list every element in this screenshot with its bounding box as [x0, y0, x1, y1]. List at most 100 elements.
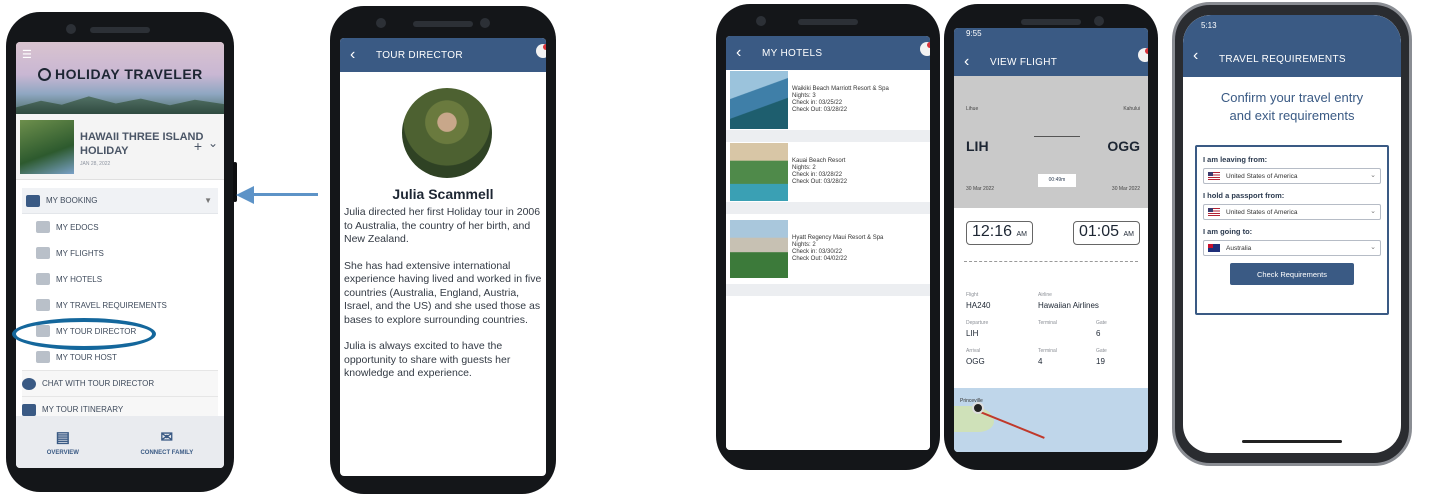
menu-my-edocs[interactable]: MY EDOCS	[22, 214, 218, 240]
going-label: I am going to:	[1203, 227, 1253, 236]
departure-airport: LIH	[966, 329, 979, 338]
page-title: TOUR DIRECTOR	[376, 49, 463, 61]
time-value: 12:16	[972, 223, 1013, 240]
passport-select[interactable]: United States of America ⌄	[1203, 204, 1381, 220]
hamburger-icon[interactable]: ☰	[22, 48, 32, 61]
bio-paragraph: She has had extensive international expe…	[344, 259, 542, 326]
requirements-icon	[36, 299, 50, 311]
director-name: Julia Scammell	[392, 186, 494, 202]
arrival-label: Arrival	[966, 348, 981, 354]
hotel-card[interactable]: Kauai Beach Resort Nights: 2 Check in: 0…	[726, 142, 930, 208]
time-ampm: AM	[1123, 231, 1135, 238]
from-date: 30 Mar 2022	[966, 186, 995, 192]
hotel-nights: Nights: 3	[792, 93, 816, 99]
camera	[376, 18, 386, 28]
phone-2: ‹ TOUR DIRECTOR Julia Scammell Julia dir…	[330, 6, 556, 494]
trip-card[interactable]: HAWAII THREE ISLAND HOLIDAY JAN 28, 2022…	[16, 114, 224, 180]
trip-title: HAWAII THREE ISLAND HOLIDAY	[80, 131, 204, 157]
page-title: MY HOTELS	[762, 47, 823, 59]
time-ampm: AM	[1016, 231, 1028, 238]
menu-label: MY HOTELS	[56, 274, 103, 284]
plus-icon[interactable]: +	[194, 138, 202, 154]
going-select[interactable]: Australia ⌄	[1203, 240, 1381, 256]
bell-icon[interactable]	[1138, 48, 1148, 62]
terminal-label: Terminal	[1038, 348, 1057, 354]
director-photo	[402, 88, 492, 178]
camera	[1094, 16, 1104, 26]
phone-3: ‹ MY HOTELS Waikiki Beach Marriott Resor…	[716, 4, 940, 470]
hotel-photo	[730, 143, 788, 201]
back-arrow-icon[interactable]: ‹	[736, 44, 762, 62]
chevron-down-icon: ⌄	[1370, 172, 1376, 179]
menu-my-booking[interactable]: MY BOOKING ▼	[22, 188, 218, 214]
bell-icon[interactable]	[920, 42, 930, 56]
itinerary-icon	[22, 403, 36, 416]
to-code: OGG	[1107, 138, 1140, 154]
back-arrow-icon[interactable]: ‹	[350, 46, 376, 64]
logo-ring-icon	[38, 67, 51, 81]
passport-label: I hold a passport from:	[1203, 191, 1285, 200]
page-title: VIEW FLIGHT	[990, 56, 1058, 68]
gate-label: Gate	[1096, 320, 1107, 326]
from-city: Lihue	[966, 106, 979, 112]
edocs-icon	[36, 221, 50, 233]
tab-connect-family[interactable]: ✉ CONNECT FAMILY	[140, 428, 193, 456]
route-map[interactable]: Princeville	[954, 388, 1148, 452]
terminal-label: Terminal	[1038, 320, 1057, 326]
tab-overview[interactable]: ▤ OVERVIEW	[47, 428, 79, 456]
phone-5: 5:13 ‹ TRAVEL REQUIREMENTS Confirm your …	[1172, 2, 1412, 466]
hotel-photo	[730, 220, 788, 278]
hotel-nights: Nights: 2	[792, 165, 816, 171]
menu-my-hotels[interactable]: MY HOTELS	[22, 266, 218, 292]
bell-icon[interactable]	[536, 44, 546, 58]
heading-line: Confirm your travel entry	[1220, 90, 1364, 105]
bio-paragraph: Julia directed her first Holiday tour in…	[344, 206, 541, 245]
header-bar: ‹ TOUR DIRECTOR	[340, 38, 546, 72]
select-value: United States of America	[1226, 208, 1298, 216]
hotel-checkin: Check in: 03/30/22	[792, 249, 843, 255]
hotel-card[interactable]: Hyatt Regency Maui Resort & Spa Nights: …	[726, 214, 930, 290]
speaker	[413, 21, 473, 27]
leaving-select[interactable]: United States of America ⌄	[1203, 168, 1381, 184]
back-arrow-icon[interactable]: ‹	[1193, 47, 1219, 65]
header-bar: ‹ MY HOTELS	[726, 36, 930, 70]
highlight-ring	[12, 318, 156, 350]
requirements-form: I am leaving from: United States of Amer…	[1195, 145, 1389, 315]
phone3-screen: ‹ MY HOTELS Waikiki Beach Marriott Resor…	[726, 36, 930, 450]
speaker	[1021, 19, 1081, 25]
chat-icon	[22, 377, 36, 390]
menu-chat-with-tour-director[interactable]: CHAT WITH TOUR DIRECTOR	[22, 370, 218, 396]
chevron-down-icon[interactable]: ⌄	[208, 136, 218, 150]
menu-label: MY FLIGHTS	[56, 248, 104, 258]
hotel-checkout: Check Out: 03/28/22	[792, 179, 848, 185]
from-code: LIH	[966, 138, 989, 154]
speaker	[90, 27, 150, 33]
pointer-arrow-icon	[236, 186, 254, 204]
chevron-down-icon: ⌄	[1370, 208, 1376, 215]
route-line	[1034, 136, 1080, 137]
duration-badge: 00:49m	[1038, 174, 1076, 187]
chevron-down-icon: ⌄	[1370, 244, 1376, 251]
camera	[480, 18, 490, 28]
back-arrow-icon[interactable]: ‹	[964, 53, 990, 71]
hotel-card[interactable]: Waikiki Beach Marriott Resort & Spa Nigh…	[726, 70, 930, 136]
menu-my-travel-requirements[interactable]: MY TRAVEL REQUIREMENTS	[22, 292, 218, 318]
person-icon	[36, 351, 50, 363]
phone2-screen: ‹ TOUR DIRECTOR Julia Scammell Julia dir…	[340, 38, 546, 476]
phone5-screen: 5:13 ‹ TRAVEL REQUIREMENTS Confirm your …	[1183, 15, 1401, 453]
menu-label: MY TOUR HOST	[56, 352, 117, 362]
select-value: United States of America	[1226, 172, 1298, 180]
check-requirements-button[interactable]: Check Requirements	[1230, 263, 1354, 285]
menu-my-flights[interactable]: MY FLIGHTS	[22, 240, 218, 266]
phone4-screen: 9:55 ‹ VIEW FLIGHT Lihue Kahului LIH OGG…	[954, 28, 1148, 452]
tab-label: OVERVIEW	[46, 450, 79, 456]
hotel-photo	[730, 71, 788, 129]
bio-paragraph: Julia is always excited to have the oppo…	[344, 340, 511, 379]
us-flag-icon	[1208, 172, 1220, 180]
home-indicator	[1242, 440, 1342, 443]
hotel-checkout: Check Out: 04/02/22	[792, 256, 848, 262]
status-clock: 5:13	[1201, 21, 1217, 30]
hotel-details: Hyatt Regency Maui Resort & Spa Nights: …	[792, 235, 883, 263]
divider	[964, 261, 1138, 262]
bottom-tab-bar: ▤ OVERVIEW ✉ CONNECT FAMILY	[16, 416, 224, 468]
